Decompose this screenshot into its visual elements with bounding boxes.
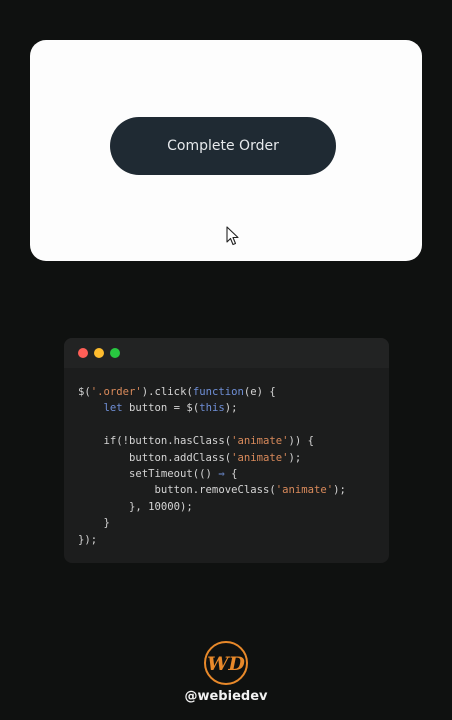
code-token: button = $( <box>122 402 200 415</box>
code-token: )) { <box>288 435 314 448</box>
code-token: (e) { <box>243 386 276 398</box>
preview-card: Complete Order <box>30 40 422 261</box>
code-line: if(!button.hasClass('animate')) { <box>78 433 389 449</box>
code-token: } <box>78 517 110 530</box>
complete-order-button[interactable]: Complete Order <box>110 117 336 175</box>
minimize-window-dot-icon[interactable] <box>94 348 104 358</box>
code-line: let button = $(this); <box>78 400 389 416</box>
code-token: '.order' <box>90 386 142 398</box>
code-token: button.removeClass( <box>78 484 276 497</box>
code-line: button.removeClass('animate'); <box>78 482 389 498</box>
code-token: { <box>224 467 238 480</box>
code-window: $('.order').click(function(e) { let butt… <box>64 338 389 563</box>
mouse-cursor-icon <box>226 226 239 246</box>
code-token: ); <box>224 402 238 415</box>
code-token: ).click( <box>141 386 193 398</box>
logo-text: WD <box>207 653 245 675</box>
code-line: button.addClass('animate'); <box>78 450 389 466</box>
code-token: 'animate' <box>275 484 334 497</box>
code-line: setTimeout(() ⇒ { <box>78 466 389 482</box>
close-window-dot-icon[interactable] <box>78 348 88 358</box>
code-window-titlebar <box>64 338 389 368</box>
code-token: 'animate' <box>231 451 289 464</box>
code-token: ); <box>288 451 302 464</box>
code-line: } <box>78 515 389 531</box>
code-token: }); <box>78 533 98 546</box>
code-token: function <box>192 386 244 398</box>
code-snippet: $('.order').click(function(e) { let butt… <box>64 368 389 548</box>
code-token: $( <box>78 386 91 398</box>
maximize-window-dot-icon[interactable] <box>110 348 120 358</box>
code-token: button.addClass( <box>78 451 232 464</box>
code-token: ); <box>333 484 346 497</box>
code-token: this <box>199 402 225 415</box>
code-token: 'animate' <box>231 435 289 448</box>
author-handle: @webiedev <box>184 689 268 704</box>
webiedev-logo: WD <box>204 641 248 685</box>
code-line: }, 10000); <box>78 499 389 515</box>
code-token: setTimeout(() <box>78 467 219 480</box>
code-token: }, 10000); <box>78 500 193 513</box>
code-line: }); <box>78 532 389 548</box>
code-token: if(!button.hasClass( <box>78 435 232 448</box>
code-line: $('.order').click(function(e) { <box>78 384 389 400</box>
code-token: let <box>103 402 123 415</box>
